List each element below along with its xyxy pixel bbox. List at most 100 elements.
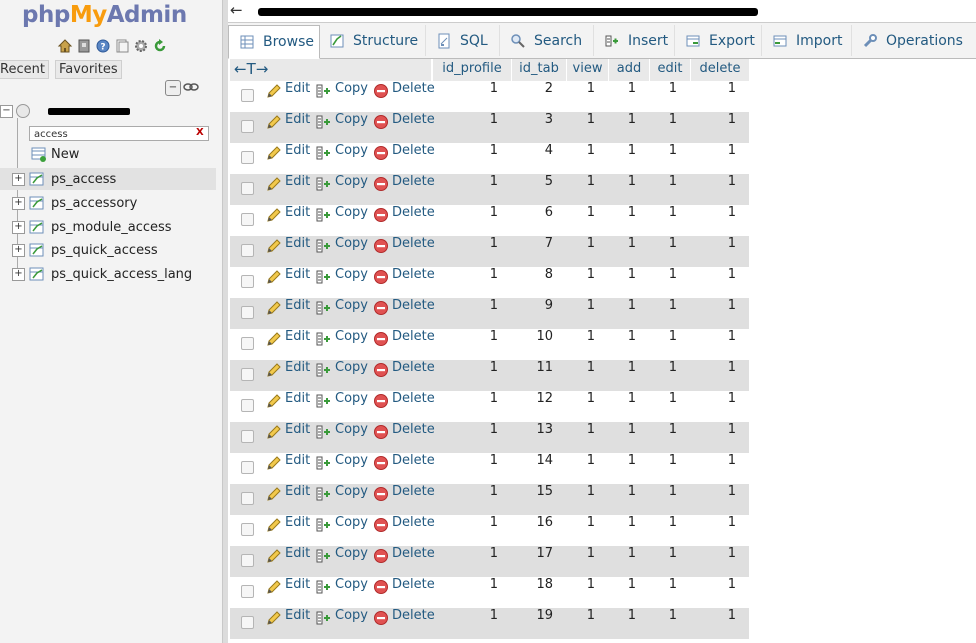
cell-edit[interactable]: 1 xyxy=(650,267,677,283)
column-header-edit[interactable]: edit xyxy=(650,59,691,81)
cell-delete[interactable]: 1 xyxy=(691,143,736,159)
copy-button[interactable]: Copy xyxy=(316,329,368,349)
delete-button[interactable]: Delete xyxy=(373,329,435,349)
copy-button[interactable]: Copy xyxy=(316,205,368,225)
nav-resizer[interactable] xyxy=(222,0,228,643)
copy-button[interactable]: Copy xyxy=(316,391,368,411)
copy-button[interactable]: Copy xyxy=(316,267,368,287)
copy-button[interactable]: Copy xyxy=(316,360,368,380)
tab-recent[interactable]: Recent xyxy=(0,60,49,79)
cell-id-profile[interactable]: 1 xyxy=(433,143,498,159)
tree-table-item[interactable]: + ps_quick_access xyxy=(0,239,158,261)
cell-add[interactable]: 1 xyxy=(609,360,636,376)
edit-button[interactable]: Edit xyxy=(266,608,310,628)
cell-view[interactable]: 1 xyxy=(567,391,595,407)
tab-browse[interactable]: Browse xyxy=(228,25,320,59)
reload-icon[interactable] xyxy=(152,38,168,54)
cell-edit[interactable]: 1 xyxy=(650,422,677,438)
cell-id-profile[interactable]: 1 xyxy=(433,453,498,469)
row-checkbox[interactable] xyxy=(241,182,254,195)
cell-delete[interactable]: 1 xyxy=(691,577,736,593)
cell-delete[interactable]: 1 xyxy=(691,205,736,221)
cell-add[interactable]: 1 xyxy=(609,329,636,345)
collapse-nav-button[interactable]: ← xyxy=(230,1,243,19)
collapse-icon[interactable]: − xyxy=(0,104,13,118)
expand-icon[interactable]: + xyxy=(12,172,25,186)
expand-icon[interactable]: + xyxy=(12,220,25,234)
cell-edit[interactable]: 1 xyxy=(650,329,677,345)
delete-button[interactable]: Delete xyxy=(373,546,435,566)
tree-table-item[interactable]: + ps_quick_access_lang xyxy=(0,263,192,285)
cell-view[interactable]: 1 xyxy=(567,236,595,252)
cell-id-tab[interactable]: 12 xyxy=(512,391,553,407)
cell-id-profile[interactable]: 1 xyxy=(433,577,498,593)
delete-button[interactable]: Delete xyxy=(373,422,435,442)
cell-id-profile[interactable]: 1 xyxy=(433,360,498,376)
cell-delete[interactable]: 1 xyxy=(691,360,736,376)
copy-button[interactable]: Copy xyxy=(316,484,368,504)
edit-button[interactable]: Edit xyxy=(266,174,310,194)
cell-edit[interactable]: 1 xyxy=(650,81,677,97)
cell-view[interactable]: 1 xyxy=(567,174,595,190)
cell-id-profile[interactable]: 1 xyxy=(433,205,498,221)
cell-delete[interactable]: 1 xyxy=(691,546,736,562)
column-header-id-tab[interactable]: id_tab xyxy=(512,59,567,81)
cell-delete[interactable]: 1 xyxy=(691,112,736,128)
cell-add[interactable]: 1 xyxy=(609,205,636,221)
tree-table-item[interactable]: + ps_access xyxy=(0,168,216,190)
cell-id-tab[interactable]: 11 xyxy=(512,360,553,376)
cell-edit[interactable]: 1 xyxy=(650,608,677,624)
copy-button[interactable]: Copy xyxy=(316,143,368,163)
row-checkbox[interactable] xyxy=(241,492,254,505)
edit-button[interactable]: Edit xyxy=(266,329,310,349)
edit-button[interactable]: Edit xyxy=(266,453,310,473)
delete-button[interactable]: Delete xyxy=(373,360,435,380)
new-table-item[interactable]: New xyxy=(31,146,79,162)
help-icon[interactable]: ? xyxy=(95,38,111,54)
copy-button[interactable]: Copy xyxy=(316,608,368,628)
cell-id-tab[interactable]: 9 xyxy=(512,298,553,314)
edit-button[interactable]: Edit xyxy=(266,515,310,535)
delete-button[interactable]: Delete xyxy=(373,577,435,597)
settings-icon[interactable] xyxy=(133,38,149,54)
cell-edit[interactable]: 1 xyxy=(650,546,677,562)
cell-id-tab[interactable]: 2 xyxy=(512,81,553,97)
delete-button[interactable]: Delete xyxy=(373,112,435,132)
cell-add[interactable]: 1 xyxy=(609,546,636,562)
cell-delete[interactable]: 1 xyxy=(691,267,736,283)
delete-button[interactable]: Delete xyxy=(373,81,435,101)
tab-insert[interactable]: Insert xyxy=(594,25,675,56)
row-checkbox[interactable] xyxy=(241,461,254,474)
copy-button[interactable]: Copy xyxy=(316,236,368,256)
copy-button[interactable]: Copy xyxy=(316,515,368,535)
logout-icon[interactable] xyxy=(76,38,92,54)
edit-button[interactable]: Edit xyxy=(266,546,310,566)
row-checkbox[interactable] xyxy=(241,151,254,164)
cell-id-profile[interactable]: 1 xyxy=(433,112,498,128)
cell-id-profile[interactable]: 1 xyxy=(433,422,498,438)
copy-button[interactable]: Copy xyxy=(316,546,368,566)
edit-button[interactable]: Edit xyxy=(266,205,310,225)
cell-edit[interactable]: 1 xyxy=(650,515,677,531)
database-node[interactable]: − xyxy=(0,104,130,118)
phpmyadmin-logo[interactable]: phpMyAdmin xyxy=(22,2,187,28)
cell-add[interactable]: 1 xyxy=(609,174,636,190)
tab-operations[interactable]: Operations xyxy=(852,25,976,56)
table-filter-input[interactable]: access xyxy=(29,126,209,141)
row-checkbox[interactable] xyxy=(241,430,254,443)
cell-view[interactable]: 1 xyxy=(567,143,595,159)
cell-view[interactable]: 1 xyxy=(567,577,595,593)
cell-id-profile[interactable]: 1 xyxy=(433,391,498,407)
copy-button[interactable]: Copy xyxy=(316,81,368,101)
cell-edit[interactable]: 1 xyxy=(650,391,677,407)
cell-view[interactable]: 1 xyxy=(567,515,595,531)
cell-view[interactable]: 1 xyxy=(567,329,595,345)
row-checkbox[interactable] xyxy=(241,399,254,412)
home-icon[interactable] xyxy=(57,38,73,54)
row-checkbox[interactable] xyxy=(241,275,254,288)
docs-icon[interactable] xyxy=(114,38,130,54)
row-checkbox[interactable] xyxy=(241,244,254,257)
cell-add[interactable]: 1 xyxy=(609,143,636,159)
delete-button[interactable]: Delete xyxy=(373,391,435,411)
cell-delete[interactable]: 1 xyxy=(691,298,736,314)
